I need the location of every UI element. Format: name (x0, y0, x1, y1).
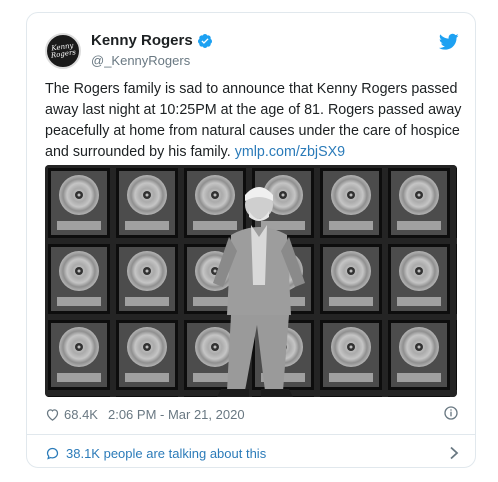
display-name[interactable]: Kenny Rogers (91, 32, 193, 49)
name-row: Kenny Rogers (91, 32, 213, 49)
tweet-body: The Rogers family is sad to announce tha… (45, 79, 465, 163)
user-handle[interactable]: @_KennyRogers (91, 53, 190, 68)
tweet-meta: 68.4K 2:06 PM - Mar 21, 2020 (45, 403, 459, 425)
conversation-link[interactable]: 38.1K people are talking about this (45, 443, 459, 463)
twitter-bird-icon[interactable] (439, 33, 459, 51)
info-icon[interactable] (443, 405, 459, 421)
heart-icon[interactable] (45, 407, 60, 422)
tweet-header: Kenny Rogers Kenny Rogers @_KennyRogers (45, 31, 459, 75)
avatar-logo-text: Kenny Rogers (50, 41, 77, 60)
avatar[interactable]: Kenny Rogers (45, 33, 81, 69)
embedded-tweet-card: Kenny Rogers Kenny Rogers @_KennyRogers … (26, 12, 476, 468)
verified-badge-icon (197, 33, 212, 48)
tweet-link[interactable]: ymlp.com/zbjSX9 (235, 144, 345, 160)
chevron-right-icon[interactable] (449, 446, 459, 460)
tweet-timestamp[interactable]: 2:06 PM - Mar 21, 2020 (108, 407, 245, 422)
speech-bubble-icon (46, 447, 59, 460)
like-count[interactable]: 68.4K (64, 407, 98, 422)
photo-gold-records-wall (45, 165, 457, 397)
divider (27, 434, 475, 435)
tweet-photo[interactable] (45, 165, 457, 397)
talking-count-text[interactable]: 38.1K people are talking about this (66, 446, 266, 461)
